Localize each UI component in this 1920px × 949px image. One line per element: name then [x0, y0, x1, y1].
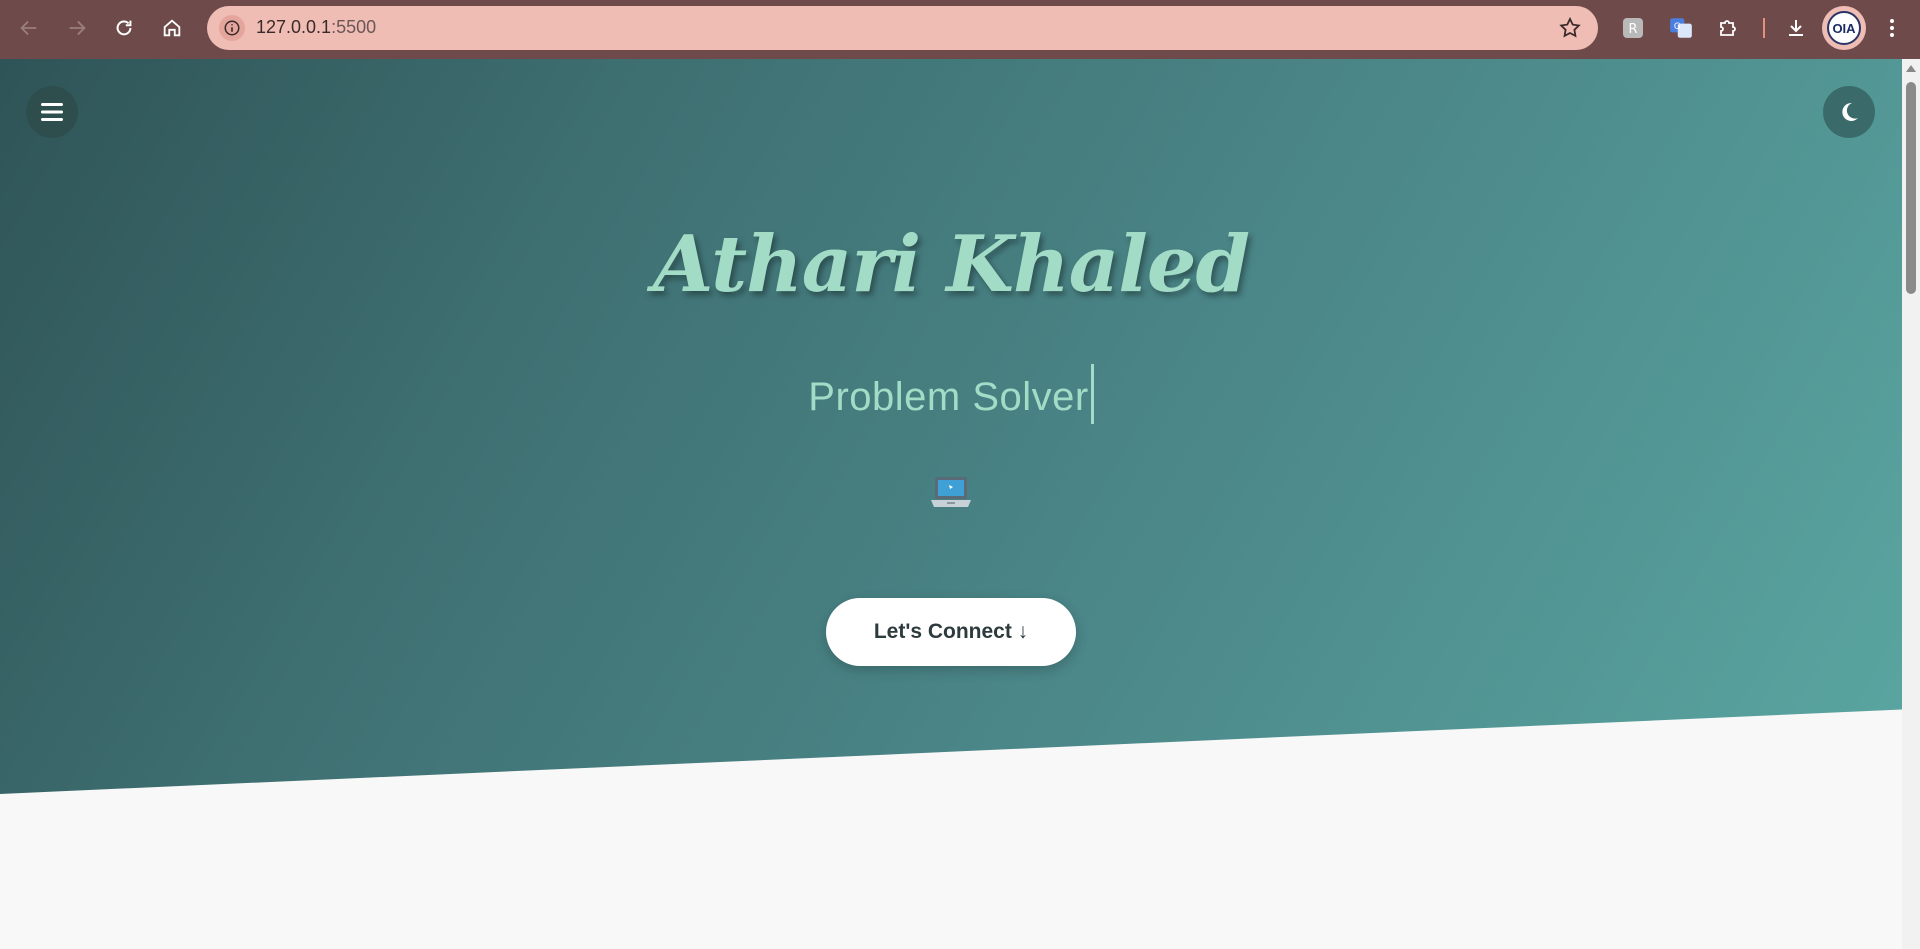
profile-button[interactable]: OIA — [1822, 6, 1866, 50]
translate-button[interactable]: G — [1665, 12, 1697, 44]
laptop-icon — [931, 477, 971, 507]
home-button[interactable] — [155, 11, 189, 45]
svg-text:R: R — [1628, 22, 1637, 37]
toolbar-separator — [1763, 18, 1765, 38]
reload-icon — [116, 20, 132, 36]
address-bar[interactable]: 127.0.0.1:5500 — [207, 6, 1598, 50]
lets-connect-button[interactable]: Let's Connect ↓ — [826, 598, 1076, 666]
hero-role-line: Problem Solver — [0, 364, 1902, 424]
downloads-button[interactable] — [1780, 12, 1812, 44]
hero-section — [0, 59, 1902, 794]
reload-button[interactable] — [107, 11, 141, 45]
menu-toggle-button[interactable] — [26, 86, 78, 138]
page-viewport: Athari Khaled Problem Solver Let's Conne… — [0, 59, 1902, 949]
hamburger-icon — [41, 103, 63, 121]
extension-button[interactable]: R — [1617, 12, 1649, 44]
svg-text:G: G — [1674, 22, 1681, 32]
url-host: 127.0.0.1 — [256, 17, 332, 37]
scroll-thumb[interactable] — [1906, 82, 1916, 294]
browser-menu-button[interactable] — [1876, 12, 1908, 44]
typing-cursor — [1090, 364, 1094, 424]
site-info-icon — [224, 20, 240, 36]
kebab-menu-icon — [1890, 19, 1894, 37]
forward-button[interactable] — [60, 11, 94, 45]
url-port: :5500 — [331, 17, 377, 37]
bookmark-button[interactable] — [1558, 16, 1582, 44]
extensions-menu-button[interactable] — [1712, 12, 1744, 44]
moon-icon — [1842, 102, 1858, 121]
translate-icon: G — [1670, 18, 1692, 38]
scroll-up-arrow-icon[interactable] — [1906, 65, 1916, 72]
theme-toggle-button[interactable] — [1823, 86, 1875, 138]
bookmark-star-icon — [1559, 16, 1581, 38]
back-button[interactable] — [12, 11, 46, 45]
extension-icon: R — [1623, 18, 1643, 38]
url-text[interactable]: 127.0.0.1:5500 — [256, 17, 376, 38]
browser-toolbar: 127.0.0.1:5500 R G OIA — [0, 0, 1920, 59]
home-icon — [163, 19, 181, 37]
hero-name: Athari Khaled — [652, 219, 1250, 310]
forward-icon — [69, 20, 86, 36]
hero-role: Problem Solver — [808, 375, 1089, 419]
download-icon — [1789, 20, 1803, 36]
back-icon — [20, 20, 37, 36]
page-scrollbar[interactable] — [1902, 59, 1920, 949]
profile-avatar: OIA — [1827, 11, 1861, 45]
extensions-puzzle-icon — [1720, 20, 1736, 36]
site-info-button[interactable] — [219, 15, 245, 41]
